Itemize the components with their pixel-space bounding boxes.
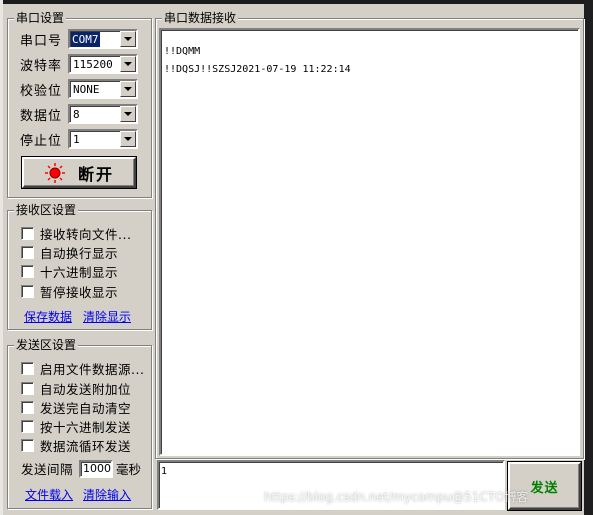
hex-display-checkbox[interactable]: 十六进制显示 — [21, 262, 118, 281]
baud-value: 115200 — [73, 58, 113, 71]
send-interval-unit: 毫秒 — [116, 462, 142, 477]
disconnect-button-label: 断开 — [77, 164, 114, 184]
receive-area-group: 串口数据接收 !!DQMM !!DQSJ!!SZSJ2021-07-19 11:… — [155, 11, 584, 459]
watermark-text: https://blog.csdn.net/mycompu@51CTO博客 — [264, 490, 529, 504]
checkbox-box[interactable] — [21, 362, 34, 375]
checkbox-box[interactable] — [21, 285, 34, 298]
checkbox-box[interactable] — [21, 227, 34, 240]
chevron-down-icon[interactable] — [120, 106, 136, 122]
receive-line: !!DQMM — [164, 46, 201, 57]
loop-send-label: 数据流循环发送 — [40, 439, 132, 454]
baud-label: 波特率 — [20, 58, 63, 74]
port-row: 串口号 COM7 — [20, 29, 138, 49]
databits-value: 8 — [73, 108, 80, 121]
receive-settings-group: 接收区设置 接收转向文件... 自动换行显示 十六进制显示 暂停接收显示 保存数… — [7, 203, 152, 330]
send-interval-label: 发送间隔 — [21, 462, 74, 477]
auto-append-label: 自动发送附加位 — [40, 382, 132, 397]
stopbits-select[interactable]: 1 — [68, 129, 138, 149]
auto-wrap-label: 自动换行显示 — [40, 246, 119, 261]
receive-textarea[interactable]: !!DQMM !!DQSJ!!SZSJ2021-07-19 11:22:14 — [159, 28, 580, 456]
checkbox-box[interactable] — [21, 401, 34, 414]
hex-send-label: 按十六进制发送 — [40, 420, 132, 435]
chevron-down-icon[interactable] — [120, 131, 136, 147]
parity-label: 校验位 — [20, 83, 63, 99]
auto-append-checkbox[interactable]: 自动发送附加位 — [21, 379, 131, 398]
loop-send-checkbox[interactable]: 数据流循环发送 — [21, 436, 131, 455]
checkbox-box[interactable] — [21, 420, 34, 433]
parity-select[interactable]: NONE — [68, 79, 138, 99]
send-settings-title: 发送区设置 — [14, 338, 79, 352]
receive-to-file-checkbox[interactable]: 接收转向文件... — [21, 224, 131, 243]
window-top-edge — [0, 0, 593, 4]
receive-settings-title: 接收区设置 — [14, 203, 79, 217]
status-led-icon — [44, 162, 65, 183]
serial-settings-title: 串口设置 — [14, 11, 67, 25]
window-right-edge — [584, 0, 593, 515]
stopbits-label: 停止位 — [20, 133, 63, 149]
databits-label: 数据位 — [20, 108, 63, 124]
pause-display-checkbox[interactable]: 暂停接收显示 — [21, 282, 118, 301]
stopbits-row: 停止位 1 — [20, 129, 138, 149]
receive-line: !!DQSJ!!SZSJ2021-07-19 11:22:14 — [164, 64, 351, 75]
chevron-down-icon[interactable] — [120, 81, 136, 97]
send-interval-input[interactable]: 1000 — [79, 459, 114, 478]
receive-to-file-label: 接收转向文件... — [40, 227, 132, 242]
chevron-down-icon[interactable] — [120, 56, 136, 72]
port-value: COM7 — [71, 32, 100, 47]
auto-clear-checkbox[interactable]: 发送完自动清空 — [21, 398, 131, 417]
file-source-checkbox[interactable]: 启用文件数据源... — [21, 359, 144, 378]
auto-wrap-checkbox[interactable]: 自动换行显示 — [21, 243, 118, 262]
window-left-edge — [0, 0, 3, 515]
send-interval-row: 发送间隔 1000 毫秒 — [21, 459, 141, 478]
baud-row: 波特率 115200 — [20, 54, 138, 74]
pause-display-label: 暂停接收显示 — [40, 285, 119, 300]
port-label: 串口号 — [20, 33, 63, 49]
port-select[interactable]: COM7 — [68, 29, 138, 49]
receive-area-title: 串口数据接收 — [162, 11, 239, 25]
file-source-label: 启用文件数据源... — [40, 362, 145, 377]
baud-select[interactable]: 115200 — [68, 54, 138, 74]
checkbox-box[interactable] — [21, 265, 34, 278]
hex-display-label: 十六进制显示 — [40, 265, 119, 280]
load-file-link[interactable]: 文件载入 — [25, 486, 73, 503]
stopbits-value: 1 — [73, 133, 80, 146]
save-data-link[interactable]: 保存数据 — [24, 308, 72, 325]
serial-settings-group: 串口设置 串口号 COM7 波特率 115200 校验位 NONE 数据位 8 … — [7, 11, 152, 198]
parity-value: NONE — [73, 83, 100, 96]
send-input-value: 1 — [161, 466, 168, 477]
send-button-label: 发送 — [530, 480, 559, 496]
clear-input-link[interactable]: 清除输入 — [83, 486, 131, 503]
checkbox-box[interactable] — [21, 439, 34, 452]
hex-send-checkbox[interactable]: 按十六进制发送 — [21, 417, 131, 436]
chevron-down-icon[interactable] — [120, 31, 136, 47]
databits-row: 数据位 8 — [20, 104, 138, 124]
clear-display-link[interactable]: 清除显示 — [83, 308, 131, 325]
auto-clear-label: 发送完自动清空 — [40, 401, 132, 416]
parity-row: 校验位 NONE — [20, 79, 138, 99]
checkbox-box[interactable] — [21, 246, 34, 259]
send-settings-group: 发送区设置 启用文件数据源... 自动发送附加位 发送完自动清空 按十六进制发送… — [7, 338, 152, 509]
disconnect-button[interactable]: 断开 — [22, 157, 136, 188]
databits-select[interactable]: 8 — [68, 104, 138, 124]
checkbox-box[interactable] — [21, 382, 34, 395]
